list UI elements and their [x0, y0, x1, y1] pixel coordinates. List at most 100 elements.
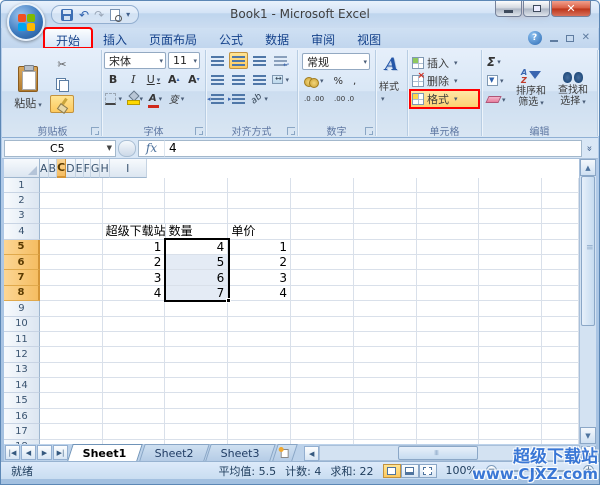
cell-C16[interactable] [165, 409, 228, 424]
cell-C5[interactable]: 4 [165, 240, 228, 255]
cell-I2[interactable] [542, 193, 579, 208]
cell-E1[interactable] [291, 178, 354, 193]
cell-B11[interactable] [103, 332, 166, 347]
tab-view[interactable]: 视图 [346, 28, 392, 48]
cell-F12[interactable] [354, 347, 417, 362]
cell-I1[interactable] [542, 178, 579, 193]
cell-E6[interactable] [291, 255, 354, 270]
minimize-button[interactable] [495, 1, 522, 17]
cell-B9[interactable] [103, 301, 166, 316]
column-header-G[interactable]: G [91, 159, 101, 178]
scroll-up-button[interactable]: ▲ [580, 159, 596, 176]
cell-H15[interactable] [479, 393, 542, 408]
font-name-combo[interactable]: 宋体 [104, 52, 166, 69]
cell-C6[interactable]: 5 [165, 255, 228, 270]
cell-A16[interactable] [40, 409, 103, 424]
select-all-corner[interactable] [4, 159, 40, 178]
row-header-8[interactable]: 8 [4, 286, 40, 301]
cell-styles-button[interactable]: A 样式 [378, 54, 405, 105]
name-box-caret-icon[interactable]: ▼ [107, 144, 112, 152]
column-header-D[interactable]: D [66, 159, 75, 178]
workbook-restore-button[interactable] [566, 35, 574, 42]
cell-G3[interactable] [417, 209, 480, 224]
row-header-10[interactable]: 10 [4, 317, 40, 332]
restore-button[interactable] [523, 1, 550, 17]
cell-C9[interactable] [165, 301, 228, 316]
cell-F14[interactable] [354, 378, 417, 393]
cell-B4[interactable]: 超级下载站 [103, 224, 166, 239]
cell-B17[interactable] [103, 424, 166, 439]
cell-I11[interactable] [542, 332, 579, 347]
cell-G2[interactable] [417, 193, 480, 208]
cell-H7[interactable] [479, 270, 542, 285]
cell-H2[interactable] [479, 193, 542, 208]
cell-D11[interactable] [228, 332, 291, 347]
cell-E13[interactable] [291, 363, 354, 378]
cell-F1[interactable] [354, 178, 417, 193]
cell-D1[interactable] [228, 178, 291, 193]
cell-H1[interactable] [479, 178, 542, 193]
cell-I16[interactable] [542, 409, 579, 424]
cell-H5[interactable] [479, 240, 542, 255]
scroll-left-button[interactable]: ◀ [304, 446, 319, 461]
cell-C1[interactable] [165, 178, 228, 193]
cell-H10[interactable] [479, 317, 542, 332]
font-size-combo[interactable]: 11 [168, 52, 200, 69]
cell-F7[interactable] [354, 270, 417, 285]
cell-G17[interactable] [417, 424, 480, 439]
comma-style-button[interactable]: , [349, 73, 360, 89]
orientation-button[interactable]: ab [250, 90, 269, 107]
column-header-F[interactable]: F [84, 159, 91, 178]
increase-decimal-button[interactable]: .0 .00 [300, 91, 328, 107]
copy-button[interactable] [50, 75, 74, 93]
cell-C2[interactable] [165, 193, 228, 208]
merge-center-button[interactable] [271, 71, 290, 88]
cell-G13[interactable] [417, 363, 480, 378]
cell-A4[interactable] [40, 224, 103, 239]
cell-F16[interactable] [354, 409, 417, 424]
scroll-down-button[interactable]: ▼ [580, 427, 596, 444]
row-header-9[interactable]: 9 [4, 301, 40, 316]
row-header-11[interactable]: 11 [4, 332, 40, 347]
save-button[interactable] [60, 8, 74, 22]
cell-D14[interactable] [228, 378, 291, 393]
cell-B10[interactable] [103, 317, 166, 332]
cell-C11[interactable] [165, 332, 228, 347]
cell-C4[interactable]: 数量 [166, 224, 229, 239]
cell-H14[interactable] [479, 378, 542, 393]
row-header-1[interactable]: 1 [4, 178, 40, 193]
wrap-text-button[interactable] [271, 52, 290, 69]
cell-C12[interactable] [165, 347, 228, 362]
fill-color-button[interactable] [125, 90, 144, 107]
format-painter-button[interactable] [50, 95, 74, 113]
cell-G1[interactable] [417, 178, 480, 193]
cell-G15[interactable] [417, 393, 480, 408]
cell-A5[interactable] [40, 240, 103, 255]
cell-D7[interactable]: 3 [228, 270, 291, 285]
cell-D16[interactable] [228, 409, 291, 424]
sheet-tab-sheet3[interactable]: Sheet3 [206, 444, 276, 461]
align-top-button[interactable] [208, 52, 227, 69]
fill-button[interactable] [484, 72, 510, 89]
font-dialog-launcher[interactable] [195, 127, 203, 135]
decrease-decimal-button[interactable]: .00 .0 [330, 91, 358, 107]
cell-A3[interactable] [40, 209, 103, 224]
cell-B6[interactable]: 2 [103, 255, 166, 270]
cell-C3[interactable] [165, 209, 228, 224]
accounting-format-button[interactable] [300, 73, 328, 89]
cell-H6[interactable] [479, 255, 542, 270]
cell-D13[interactable] [228, 363, 291, 378]
cell-E7[interactable] [291, 270, 354, 285]
print-preview-button[interactable] [109, 8, 121, 22]
cell-F8[interactable] [354, 286, 417, 301]
align-bottom-button[interactable] [250, 52, 269, 69]
cell-B7[interactable]: 3 [103, 270, 166, 285]
cell-H17[interactable] [479, 424, 542, 439]
autosum-button[interactable]: Σ [484, 53, 510, 70]
cell-E17[interactable] [291, 424, 354, 439]
cell-D10[interactable] [228, 317, 291, 332]
cell-D12[interactable] [228, 347, 291, 362]
cell-B13[interactable] [103, 363, 166, 378]
row-header-6[interactable]: 6 [4, 255, 40, 270]
cell-F2[interactable] [354, 193, 417, 208]
